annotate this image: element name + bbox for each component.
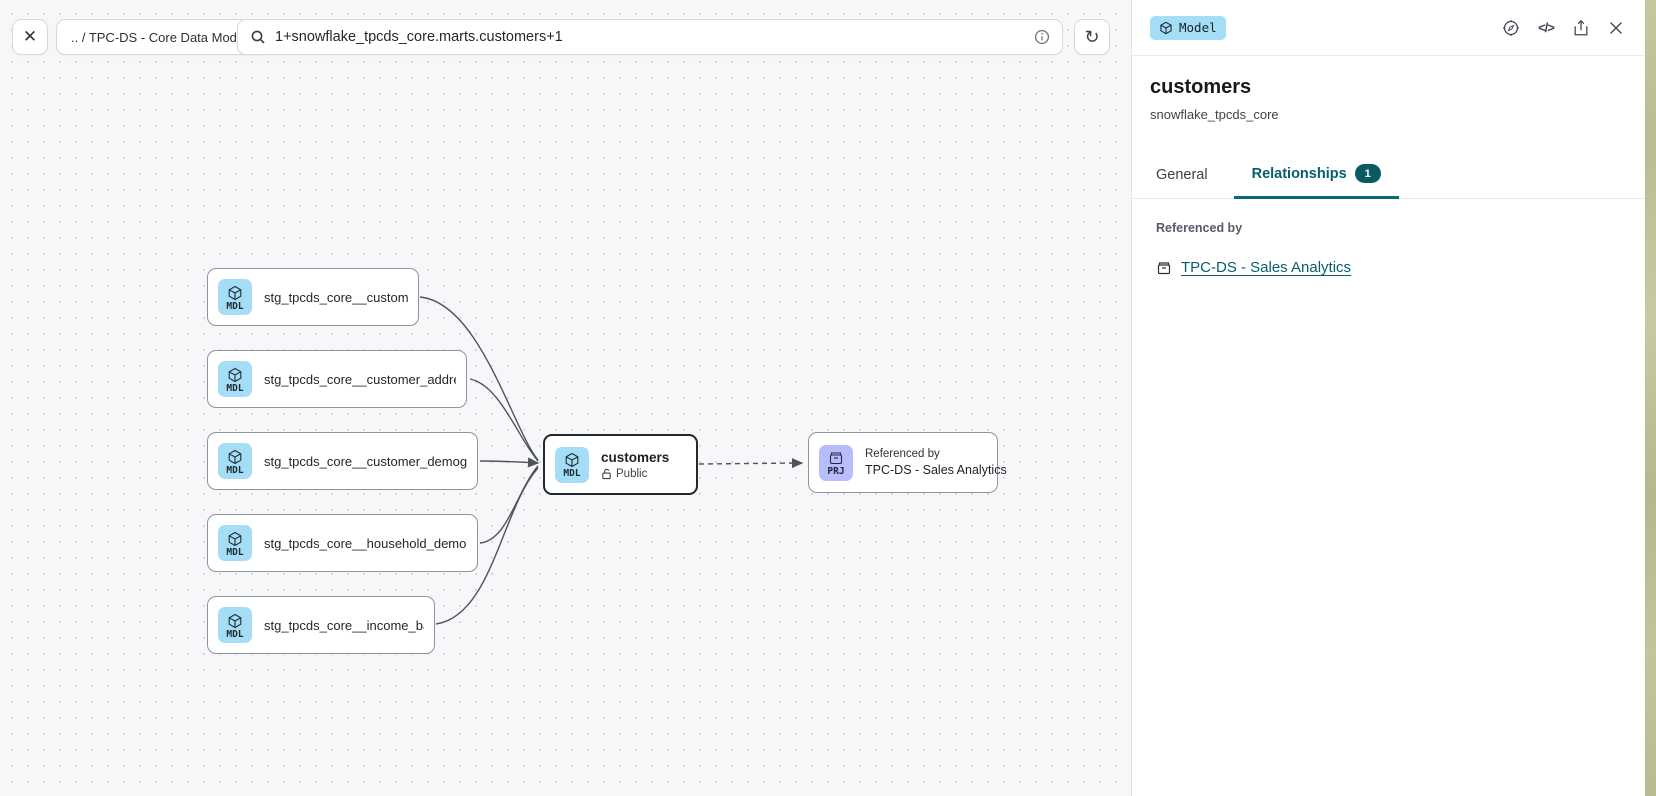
archive-icon [828, 450, 844, 466]
page-title: customers [1150, 76, 1627, 99]
lineage-search[interactable] [237, 19, 1063, 55]
tab-general[interactable]: General [1138, 157, 1226, 199]
close-icon [1607, 19, 1625, 37]
project-badge: PRJ [819, 445, 853, 481]
package-name: snowflake_tpcds_core [1150, 107, 1627, 122]
node-label: stg_tpcds_core__income_band [264, 618, 424, 633]
relationships-tab-content: Referenced by TPC-DS - Sales Analytics [1132, 199, 1645, 298]
model-badge: MDL [218, 525, 252, 561]
node-label: stg_tpcds_core__customer_demogra… [264, 454, 467, 469]
access-label: Public [616, 468, 647, 480]
cube-icon [1159, 21, 1173, 35]
close-lineage-button[interactable]: ✕ [12, 19, 48, 55]
model-badge: MDL [218, 361, 252, 397]
model-badge: MDL [218, 443, 252, 479]
badge-label: MDL [226, 302, 243, 312]
panel-title-block: customers snowflake_tpcds_core [1132, 56, 1645, 132]
view-code-button[interactable]: </> [1535, 17, 1557, 39]
lineage-node-referencing-project[interactable]: PRJ Referenced by TPC-DS - Sales Analyti… [808, 432, 998, 493]
lineage-edges [0, 0, 1131, 796]
node-label: stg_tpcds_core__customer [264, 290, 408, 305]
badge-label: MDL [563, 469, 580, 479]
details-panel: Model </> [1131, 0, 1645, 796]
resource-type-label: Model [1179, 20, 1217, 35]
resource-type-badge: Model [1150, 16, 1226, 40]
node-label: stg_tpcds_core__customer_address [264, 372, 456, 387]
lineage-node-stg-income-band[interactable]: MDL stg_tpcds_core__income_band [207, 596, 435, 654]
search-input[interactable] [275, 29, 1025, 45]
cube-icon [227, 367, 243, 383]
panel-header: Model </> [1132, 0, 1645, 56]
tab-label: General [1156, 167, 1208, 183]
archive-icon [1156, 260, 1172, 276]
model-badge: MDL [218, 279, 252, 315]
model-badge: MDL [555, 447, 589, 483]
cube-icon [227, 285, 243, 301]
referenced-by-label: Referenced by [1156, 221, 1621, 235]
lineage-canvas[interactable]: ✕ .. / TPC-DS - Core Data Models ↻ MDL s… [0, 0, 1131, 796]
node-label: stg_tpcds_core__household_demogr… [264, 536, 467, 551]
badge-label: MDL [226, 548, 243, 558]
share-button[interactable] [1570, 17, 1592, 39]
lineage-node-stg-household-demographics[interactable]: MDL stg_tpcds_core__household_demogr… [207, 514, 478, 572]
badge-label: PRJ [827, 467, 844, 477]
cube-icon [227, 449, 243, 465]
cube-icon [564, 452, 580, 468]
info-icon[interactable] [1034, 29, 1050, 45]
lineage-node-customers-selected[interactable]: MDL customers Public [543, 434, 698, 495]
tab-relationships[interactable]: Relationships 1 [1234, 154, 1399, 199]
node-title: customers [601, 450, 669, 465]
relationships-count-badge: 1 [1355, 164, 1381, 183]
node-title: TPC-DS - Sales Analytics [865, 463, 987, 477]
panel-tabs: General Relationships 1 [1132, 154, 1645, 199]
share-icon [1572, 19, 1590, 37]
referenced-project-link[interactable]: TPC-DS - Sales Analytics [1181, 259, 1351, 276]
compass-icon [1502, 19, 1520, 37]
badge-label: MDL [226, 630, 243, 640]
refresh-button[interactable]: ↻ [1074, 19, 1110, 55]
badge-label: MDL [226, 384, 243, 394]
desktop-wallpaper-sliver [1645, 0, 1656, 796]
lock-open-icon [601, 468, 612, 480]
lineage-node-stg-customer[interactable]: MDL stg_tpcds_core__customer [207, 268, 419, 326]
badge-label: MDL [226, 466, 243, 476]
close-panel-button[interactable] [1605, 17, 1627, 39]
cube-icon [227, 531, 243, 547]
reference-row: TPC-DS - Sales Analytics [1156, 259, 1621, 276]
model-badge: MDL [218, 607, 252, 643]
lineage-node-stg-customer-demographics[interactable]: MDL stg_tpcds_core__customer_demogra… [207, 432, 478, 490]
explore-lineage-button[interactable] [1500, 17, 1522, 39]
cube-icon [227, 613, 243, 629]
tab-label: Relationships [1252, 166, 1347, 182]
node-kicker: Referenced by [865, 448, 987, 460]
code-icon: </> [1538, 20, 1554, 35]
lineage-node-stg-customer-address[interactable]: MDL stg_tpcds_core__customer_address [207, 350, 467, 408]
search-icon [250, 29, 266, 45]
